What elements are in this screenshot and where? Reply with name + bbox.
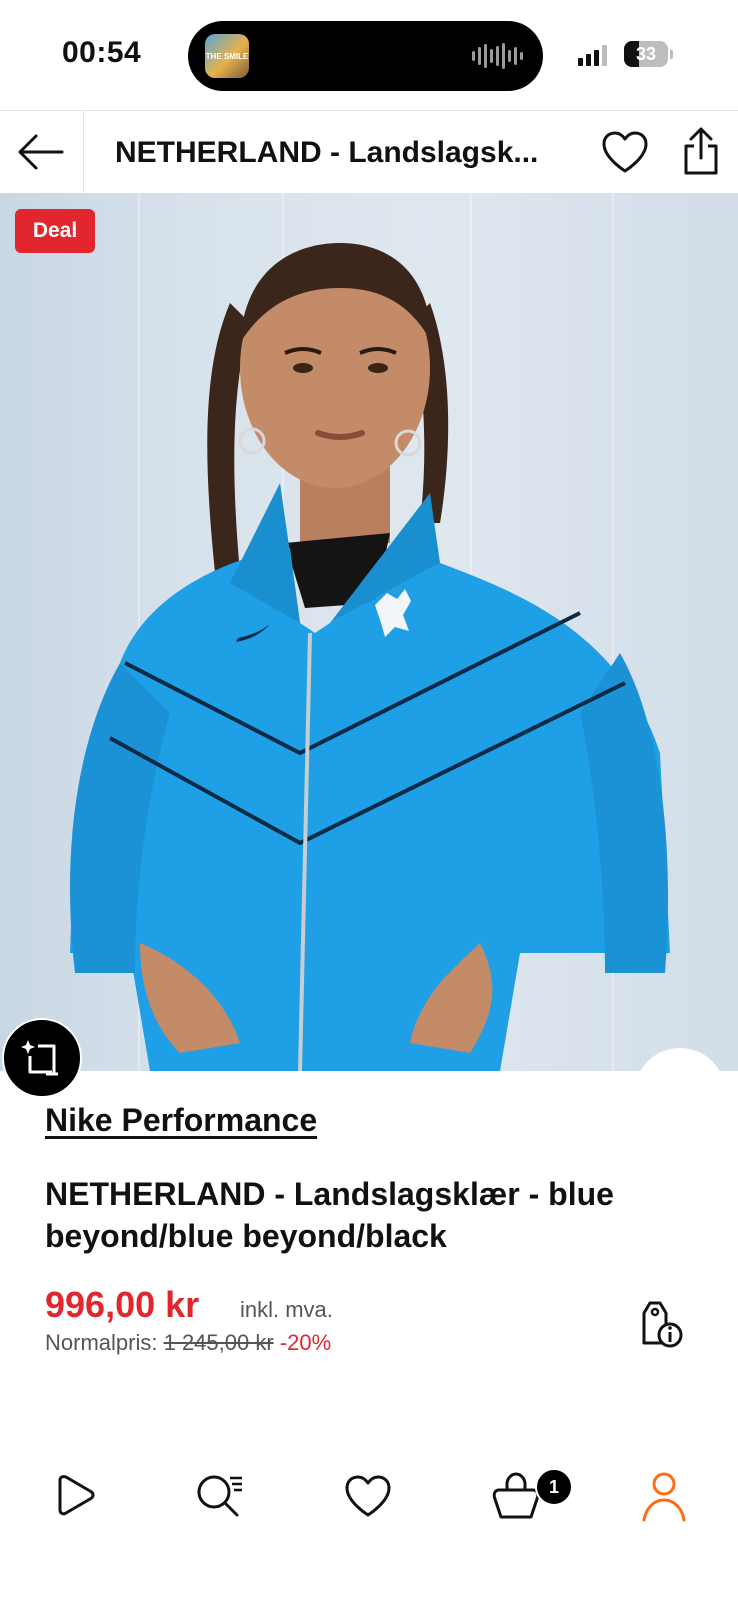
search-list-icon: [197, 1475, 242, 1517]
tab-cart[interactable]: [488, 1468, 544, 1524]
brand-link[interactable]: Nike Performance: [45, 1102, 317, 1139]
bag-icon: [492, 1472, 540, 1519]
play-icon: [58, 1475, 95, 1516]
heart-outline-icon: [602, 131, 648, 173]
discount-percent: -20%: [279, 1330, 332, 1355]
image-pager-handle[interactable]: [634, 1048, 726, 1140]
favorite-button[interactable]: [600, 128, 650, 176]
model-wearing-jacket-illustration: [70, 243, 670, 1071]
normal-price-label: Normalpris:: [45, 1330, 158, 1355]
back-button[interactable]: [14, 129, 66, 175]
normal-price-row: Normalpris: 1 245,00 kr -20%: [45, 1330, 331, 1356]
battery-tip: [670, 50, 673, 59]
bottom-tab-bar: [0, 1450, 738, 1530]
header-title: NETHERLAND - Landslagsk...: [115, 136, 539, 169]
cart-count-badge: 1: [535, 1468, 573, 1506]
sparkle-crop-icon: [21, 1040, 58, 1076]
product-header: NETHERLAND - Landslagsk...: [0, 110, 738, 194]
normal-price-value: 1 245,00 kr: [163, 1330, 274, 1355]
vat-note: inkl. mva.: [240, 1297, 333, 1322]
status-bar: 00:54 THE SMILE 33: [0, 0, 738, 110]
heart-icon: [345, 1475, 391, 1517]
deal-badge: Deal: [15, 209, 95, 253]
tab-home[interactable]: [46, 1468, 102, 1524]
current-price: 996,00 kr: [45, 1284, 200, 1325]
tab-search[interactable]: [192, 1468, 248, 1524]
audio-waveform-icon: [472, 43, 523, 69]
visual-search-button[interactable]: [2, 1018, 82, 1098]
product-image[interactable]: Deal: [0, 193, 738, 1071]
status-time: 00:54: [62, 36, 142, 69]
battery-indicator: 33: [624, 41, 668, 67]
tab-profile[interactable]: [636, 1468, 692, 1524]
battery-percent: 33: [635, 43, 657, 64]
header-divider: [83, 111, 84, 193]
price-info-button[interactable]: [635, 1298, 687, 1350]
dynamic-island[interactable]: THE SMILE: [188, 21, 543, 91]
arrow-left-icon: [18, 134, 64, 170]
share-button[interactable]: [676, 125, 726, 177]
cellular-signal-icon: [578, 44, 607, 66]
now-playing-album-art: THE SMILE: [205, 34, 249, 78]
tab-wishlist[interactable]: [340, 1468, 396, 1524]
share-icon: [684, 127, 718, 175]
product-name: NETHERLAND - Landslagsklær - blue beyond…: [45, 1176, 614, 1254]
person-icon: [642, 1472, 686, 1522]
price-tag-info-icon: [642, 1301, 683, 1348]
